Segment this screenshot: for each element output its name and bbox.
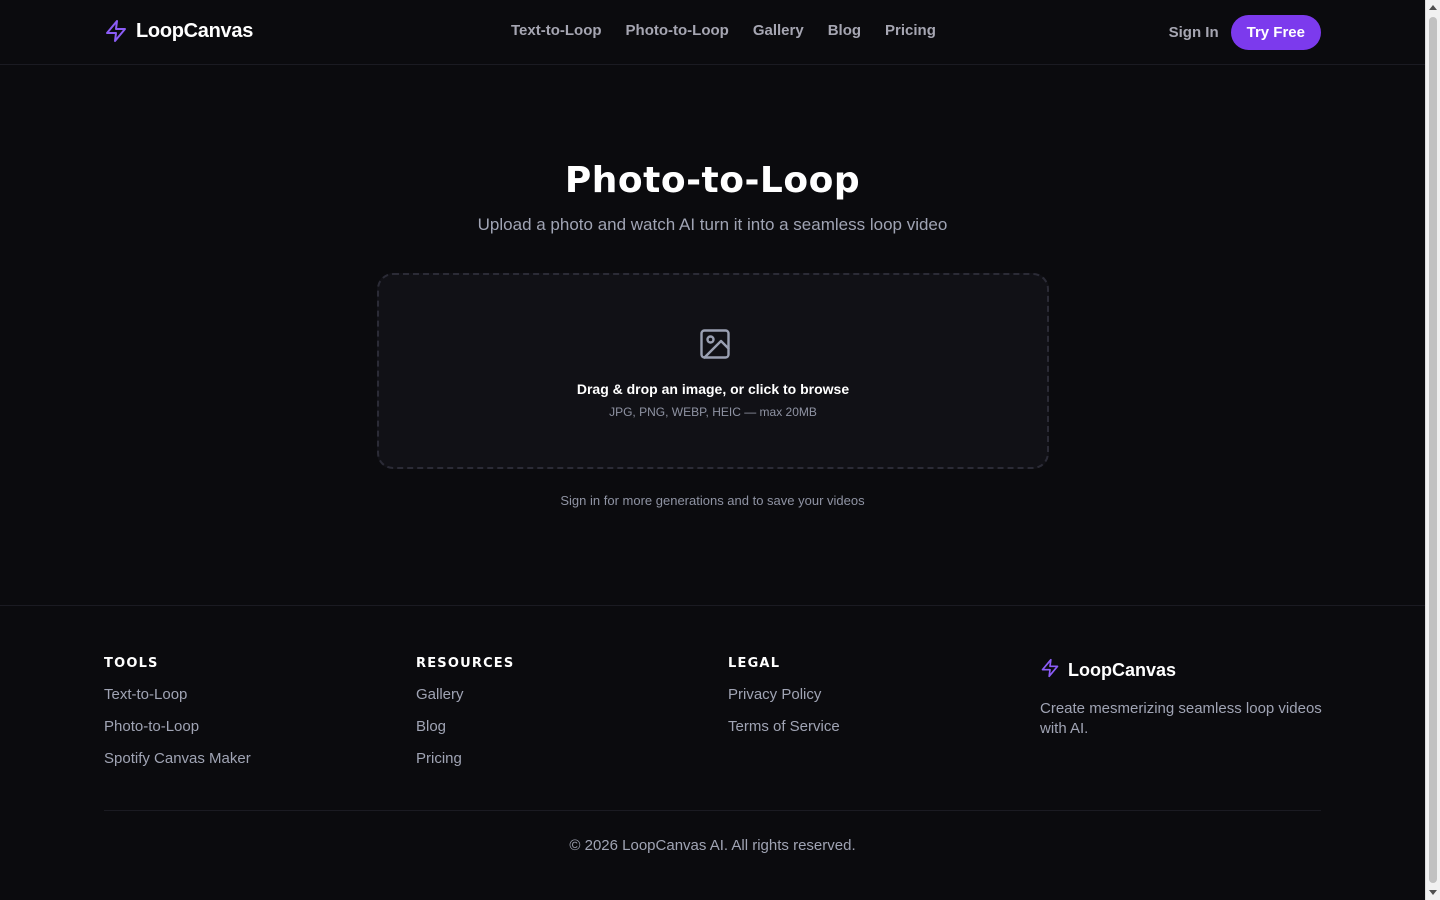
sign-in-link[interactable]: Sign In [1169, 24, 1219, 41]
footer-link-photo-to-loop[interactable]: Photo-to-Loop [104, 717, 251, 749]
footer-link-terms-of-service[interactable]: Terms of Service [728, 717, 840, 749]
footer-divider [104, 810, 1321, 811]
footer-brand: LoopCanvas Create mesmerizing seamless l… [1040, 658, 1330, 739]
nav-link-blog[interactable]: Blog [828, 22, 861, 39]
nav-link-text-to-loop[interactable]: Text-to-Loop [511, 22, 602, 39]
scroll-up-arrow-icon[interactable] [1429, 5, 1437, 10]
dropzone-format-hint: JPG, PNG, WEBP, HEIC — max 20MB [609, 405, 817, 419]
header-actions: Sign In Try Free [1169, 15, 1321, 50]
nav-link-gallery[interactable]: Gallery [753, 22, 804, 39]
copyright: © 2026 LoopCanvas AI. All rights reserve… [569, 837, 856, 854]
vertical-scrollbar[interactable] [1425, 0, 1440, 900]
nav-link-photo-to-loop[interactable]: Photo-to-Loop [626, 22, 729, 39]
dropzone-title: Drag & drop an image, or click to browse [576, 381, 850, 397]
hero: Photo-to-Loop Upload a photo and watch A… [0, 160, 1425, 235]
footer-logo[interactable]: LoopCanvas [1040, 658, 1330, 683]
lightning-bolt-icon [104, 19, 128, 43]
footer-link-blog[interactable]: Blog [416, 717, 514, 749]
lightning-bolt-icon [1040, 658, 1060, 683]
footer-link-spotify-canvas-maker[interactable]: Spotify Canvas Maker [104, 749, 251, 781]
footer-column-resources: RESOURCES Gallery Blog Pricing [416, 656, 514, 781]
footer-link-gallery[interactable]: Gallery [416, 685, 514, 717]
page-subtitle: Upload a photo and watch AI turn it into… [477, 215, 948, 234]
main-nav: Text-to-Loop Photo-to-Loop Gallery Blog … [511, 22, 936, 39]
footer-column-tools: TOOLS Text-to-Loop Photo-to-Loop Spotify… [104, 656, 251, 781]
footer-tagline: Create mesmerizing seamless loop videos … [1040, 700, 1322, 737]
scrollbar-thumb[interactable] [1429, 17, 1437, 883]
footer-heading-resources: RESOURCES [416, 656, 515, 671]
page-title: Photo-to-Loop [564, 160, 861, 201]
scroll-down-arrow-icon[interactable] [1429, 890, 1437, 895]
brand-logo[interactable]: LoopCanvas [104, 19, 253, 43]
footer: TOOLS Text-to-Loop Photo-to-Loop Spotify… [0, 605, 1425, 900]
footer-link-text-to-loop[interactable]: Text-to-Loop [104, 685, 251, 717]
footer-brand-name: LoopCanvas [1068, 660, 1177, 680]
footer-heading-tools: TOOLS [104, 656, 159, 671]
try-free-button[interactable]: Try Free [1230, 15, 1321, 50]
brand-name: LoopCanvas [136, 19, 254, 42]
footer-link-pricing[interactable]: Pricing [416, 749, 514, 781]
image-icon [697, 326, 733, 367]
sign-in-note: Sign in for more generations and to save… [560, 493, 865, 508]
top-header: LoopCanvas Text-to-Loop Photo-to-Loop Ga… [0, 0, 1425, 65]
page: LoopCanvas Text-to-Loop Photo-to-Loop Ga… [0, 0, 1425, 900]
nav-link-pricing[interactable]: Pricing [885, 22, 936, 39]
footer-link-privacy-policy[interactable]: Privacy Policy [728, 685, 840, 717]
image-upload-dropzone[interactable]: Drag & drop an image, or click to browse… [377, 273, 1049, 469]
footer-column-legal: LEGAL Privacy Policy Terms of Service [728, 656, 840, 749]
footer-heading-legal: LEGAL [728, 656, 781, 671]
